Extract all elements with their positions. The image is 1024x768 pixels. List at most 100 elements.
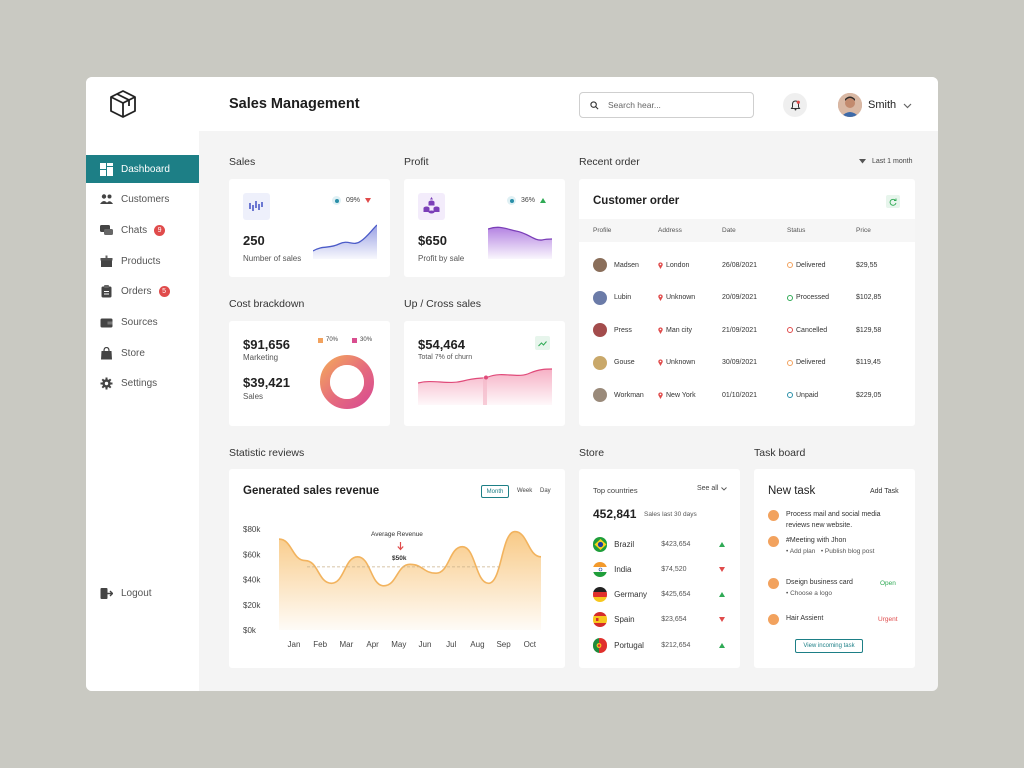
sidebar-item-dashboard[interactable]: Dashboard — [86, 155, 199, 183]
task-subitem: Choose a logo — [790, 589, 833, 597]
sidebar-item-label: Customers — [121, 194, 170, 206]
row-name: Lubin — [614, 294, 632, 302]
country-row[interactable]: Spain $23,654 — [593, 612, 725, 628]
row-price: $29,55 — [856, 261, 878, 269]
task-item[interactable]: Process mail and social media reviews ne… — [768, 510, 903, 531]
see-all-label: See all — [697, 485, 719, 492]
row-name: Workman — [614, 391, 644, 399]
table-row[interactable]: Lubin Unknown 20/09/2021 Processed $102,85 — [579, 282, 915, 315]
store-section-title: Store — [579, 447, 605, 459]
upcross-card: $54,464 Total 7% of churn — [404, 321, 565, 426]
tab-week[interactable]: Week — [517, 488, 532, 494]
row-name: Press — [614, 326, 632, 334]
trend-down-icon — [719, 566, 725, 572]
country-flag-icon — [593, 587, 608, 603]
trend-up-icon — [719, 541, 725, 547]
upcross-value: $54,464 — [418, 337, 465, 352]
sales-percent-value: 09% — [346, 197, 361, 204]
sidebar-item-label: Store — [121, 347, 145, 359]
sales-percent: 09% — [332, 196, 372, 205]
country-value: $212,654 — [661, 641, 691, 649]
add-task-button[interactable]: Add Task — [870, 488, 899, 495]
profit-percent-value: 36% — [521, 197, 536, 204]
tab-day[interactable]: Day — [540, 488, 551, 494]
user-name[interactable]: Smith — [868, 99, 896, 111]
column-profile: Profile — [593, 227, 612, 234]
country-row[interactable]: Portugal $212,654 — [593, 637, 725, 653]
country-row[interactable]: India $74,520 — [593, 561, 725, 577]
sidebar-item-store[interactable]: Store — [86, 339, 199, 367]
trend-chart-button[interactable] — [535, 336, 550, 350]
sidebar-item-settings[interactable]: Settings — [86, 370, 199, 398]
row-profile: Madsen — [579, 258, 658, 273]
new-task-title: New task — [768, 485, 816, 497]
country-name: India — [614, 564, 632, 574]
chevron-down-icon[interactable] — [903, 101, 912, 110]
top-header: Sales Management Search hear... Smith — [199, 77, 938, 131]
table-row[interactable]: Workman New York 01/10/2021 Unpaid $229,05 — [579, 379, 915, 412]
logout-label: Logout — [121, 588, 152, 599]
trend-up-icon — [719, 592, 725, 598]
table-row[interactable]: Gouse Unknown 30/09/2021 Delivered $119,45 — [579, 347, 915, 380]
row-name: Gouse — [614, 359, 635, 367]
cost-donut-chart — [320, 355, 374, 409]
notification-button[interactable] — [783, 93, 807, 117]
task-item[interactable]: #Meeting with Jhon • Add plan • Publish … — [768, 536, 903, 557]
arrow-down-icon — [397, 542, 404, 551]
status-badge: Delivered — [796, 261, 826, 269]
cube-logo-icon[interactable] — [108, 89, 138, 119]
row-address: London — [658, 262, 722, 269]
search-input[interactable]: Search hear... — [579, 92, 754, 118]
task-status-icon — [768, 614, 779, 625]
country-row[interactable]: Brazil $423,654 — [593, 536, 725, 552]
trend-down-icon — [719, 617, 725, 623]
sidebar-item-products[interactable]: Products — [86, 247, 199, 275]
sidebar-item-orders[interactable]: Orders 5 — [86, 278, 199, 306]
refresh-icon — [889, 198, 897, 206]
sales-bars-icon — [243, 193, 270, 220]
avatar — [593, 323, 607, 338]
x-tick-label: May — [391, 640, 406, 649]
sidebar: Dashboard Customers Chats 9 Products Ord… — [86, 77, 199, 691]
column-status: Status — [787, 227, 806, 234]
period-filter-dropdown[interactable]: Last 1 month — [859, 158, 912, 165]
row-status: Unpaid — [787, 392, 856, 399]
sales-label: Number of sales — [243, 254, 302, 263]
table-row[interactable]: Madsen London 26/08/2021 Delivered $29,55 — [579, 249, 915, 282]
view-incoming-task-button[interactable]: View incoming task — [795, 639, 863, 653]
user-avatar[interactable] — [838, 93, 862, 117]
x-tick-label: Oct — [524, 640, 537, 649]
row-price: $102,85 — [856, 294, 882, 302]
country-row[interactable]: Germany $425,654 — [593, 587, 725, 603]
country-value: $23,654 — [661, 616, 687, 624]
sales-cost-value: $39,421 — [243, 375, 290, 390]
task-tag-open: Open — [880, 580, 896, 587]
status-icon — [787, 359, 793, 366]
y-tick-label: $20k — [243, 601, 261, 610]
table-row[interactable]: Press Man city 21/09/2021 Cancelled $129,58 — [579, 314, 915, 347]
task-subitem: Publish blog post — [824, 547, 875, 555]
y-tick-label: $0k — [243, 626, 257, 635]
page-title: Sales Management — [229, 96, 360, 112]
row-date: 01/10/2021 — [722, 391, 758, 399]
sidebar-item-label: Products — [121, 255, 161, 267]
sidebar-item-customers[interactable]: Customers — [86, 186, 199, 214]
statistic-section-title: Statistic reviews — [229, 447, 305, 459]
status-badge: Cancelled — [796, 326, 828, 334]
country-value: $74,520 — [661, 565, 687, 573]
country-name: Spain — [614, 615, 635, 625]
see-all-link[interactable]: See all — [697, 485, 728, 492]
refresh-button[interactable] — [886, 195, 900, 208]
sales-value: 250 — [243, 233, 265, 248]
sidebar-item-chats[interactable]: Chats 9 — [86, 216, 199, 244]
legend-swatch-sales — [352, 337, 358, 343]
row-profile: Workman — [579, 388, 658, 403]
upcross-section-title: Up / Cross sales — [404, 298, 482, 310]
logout-button[interactable]: Logout — [100, 587, 152, 600]
store-total-label: Sales last 30 days — [644, 511, 697, 518]
chevron-down-icon — [721, 486, 728, 491]
x-tick-label: Aug — [470, 640, 484, 649]
sidebar-item-sources[interactable]: Sources — [86, 308, 199, 336]
row-status: Processed — [787, 294, 856, 301]
tab-month[interactable]: Month — [481, 485, 509, 498]
